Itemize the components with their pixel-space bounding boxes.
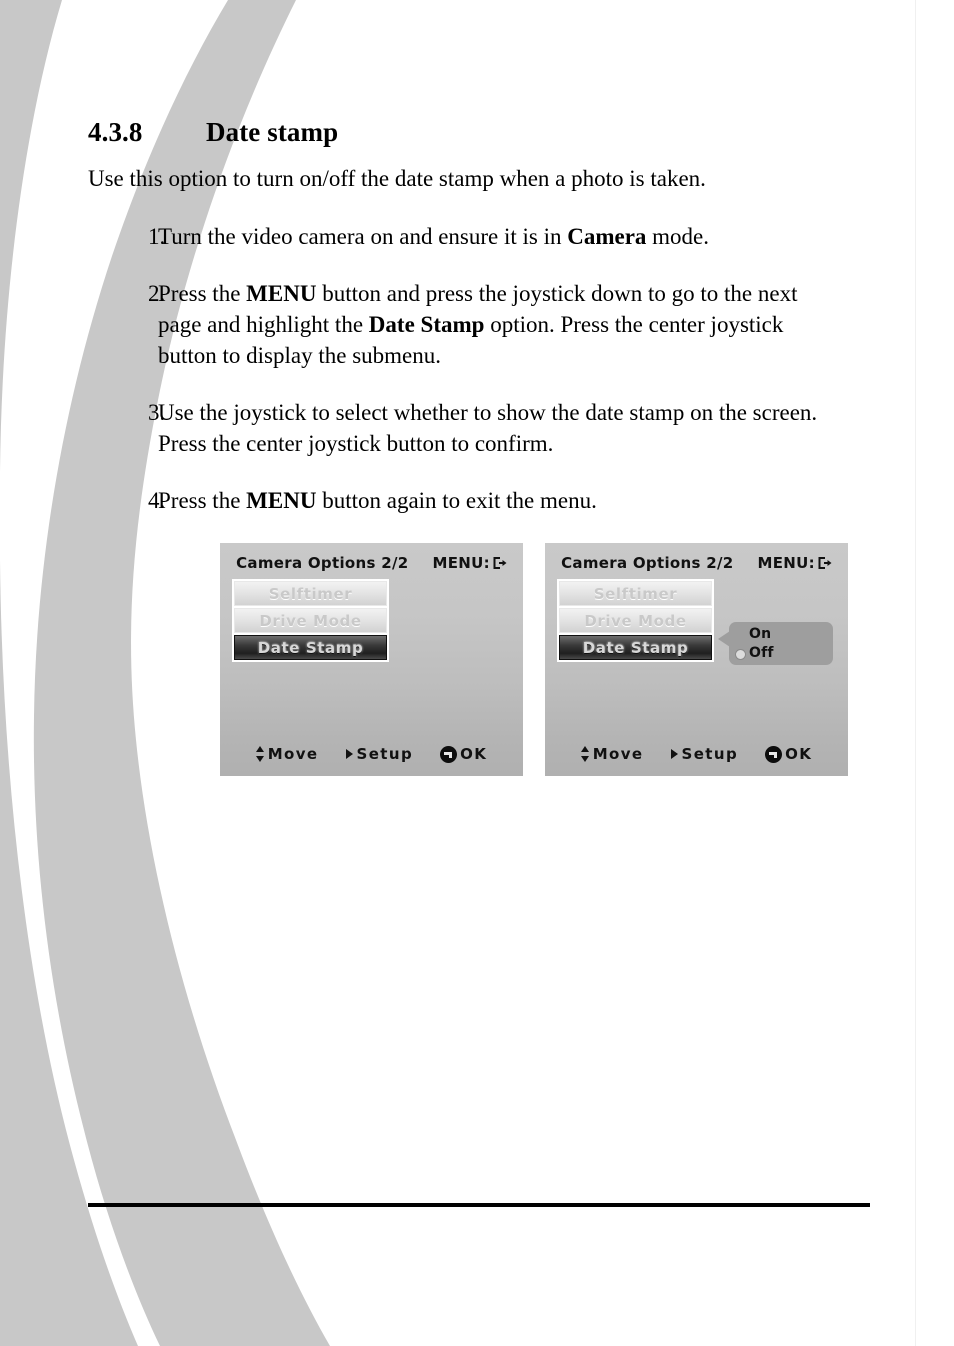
- lcd-footer-right: Move Setup OK: [545, 745, 848, 763]
- up-down-arrow-icon: [255, 746, 265, 762]
- lcd-footer-hint-label: Setup: [356, 745, 414, 763]
- section-title: Date stamp: [206, 117, 339, 147]
- step-number: 4.: [148, 488, 166, 513]
- screenshot-figure-group: Camera Options 2/2 MENU: Selftimer Drive …: [220, 543, 872, 776]
- lcd-footer-hint-label: OK: [460, 745, 488, 763]
- emphasis-text: MENU: [246, 281, 317, 306]
- list-item: 4. Press the MENU button again to exit th…: [88, 485, 872, 516]
- exit-icon: [492, 556, 507, 570]
- step-text: Use the joystick to select whether to sh…: [158, 397, 830, 459]
- lcd-footer-hint: Setup: [670, 745, 739, 763]
- swoosh-band-outer: [0, 0, 62, 520]
- lcd-title-left: Camera Options 2/2: [236, 554, 409, 572]
- step-number: 2.: [148, 281, 166, 306]
- list-item: 3. Use the joystick to select whether to …: [88, 397, 872, 459]
- body-text: Press the: [158, 281, 247, 306]
- lcd-header-left: Camera Options 2/2 MENU:: [220, 554, 523, 572]
- lcd-footer-hint-label: Move: [267, 745, 319, 763]
- lcd-footer-hint: Move: [580, 745, 644, 763]
- lcd-footer-left: Move Setup OK: [220, 745, 523, 763]
- lcd-menu-exit-left: MENU:: [432, 554, 507, 572]
- steps-list: 1. Turn the video camera on and ensure it…: [88, 221, 872, 516]
- body-text: Press the: [158, 488, 247, 513]
- right-triangle-icon: [670, 749, 678, 759]
- submenu-option-label: Off: [749, 645, 774, 661]
- submenu-option-label: On: [749, 626, 772, 642]
- emphasis-text: Camera: [567, 224, 647, 249]
- section-number: 4.3.8: [88, 117, 143, 147]
- submenu-option[interactable]: Off: [735, 644, 833, 663]
- lcd-footer-hint: Setup: [345, 745, 414, 763]
- step-number: 3.: [148, 400, 166, 425]
- up-down-arrow-icon: [580, 746, 590, 762]
- manual-page: 4.3.8 Date stamp Use this option to turn…: [0, 0, 954, 1346]
- body-text: button again to exit the menu.: [316, 488, 597, 513]
- lcd-menu-list-right: Selftimer Drive Mode Date Stamp: [557, 579, 714, 662]
- page-content: 4.3.8 Date stamp Use this option to turn…: [88, 0, 872, 776]
- lcd-footer-hint-label: Setup: [681, 745, 739, 763]
- lcd-menu-label-right: MENU:: [757, 554, 815, 572]
- enter-button-icon: [765, 745, 783, 763]
- step-number: 1.: [148, 224, 166, 249]
- intro-paragraph: Use this option to turn on/off the date …: [88, 166, 706, 191]
- lcd-menu-item[interactable]: Drive Mode: [234, 608, 387, 633]
- lcd-menu-item[interactable]: Date Stamp: [559, 635, 712, 660]
- body-text: Turn the video camera on and ensure it i…: [158, 224, 568, 249]
- camera-lcd-screen-right: Camera Options 2/2 MENU: Selftimer Drive …: [545, 543, 848, 776]
- lcd-menu-item[interactable]: Date Stamp: [234, 635, 387, 660]
- lcd-menu-item[interactable]: Drive Mode: [559, 608, 712, 633]
- step-text: Press the MENU button and press the joys…: [158, 278, 830, 371]
- footer-rule: [88, 1203, 870, 1207]
- lcd-footer-hint: OK: [440, 745, 487, 763]
- enter-button-icon: [440, 745, 458, 763]
- submenu-tail: [718, 631, 730, 647]
- lcd-header-right: Camera Options 2/2 MENU:: [545, 554, 848, 572]
- lcd-menu-item[interactable]: Selftimer: [559, 581, 712, 606]
- radio-selected-icon: [735, 649, 746, 660]
- emphasis-text: MENU: [246, 488, 317, 513]
- lcd-menu-item[interactable]: Selftimer: [234, 581, 387, 606]
- lcd-footer-hint-label: OK: [785, 745, 813, 763]
- step-text: Turn the video camera on and ensure it i…: [158, 221, 830, 252]
- lcd-menu-label-left: MENU:: [432, 554, 490, 572]
- right-triangle-icon: [345, 749, 353, 759]
- list-item: 2. Press the MENU button and press the jo…: [88, 278, 872, 371]
- body-text: Use the joystick to select whether to sh…: [158, 400, 818, 456]
- lcd-footer-hint: OK: [765, 745, 812, 763]
- page-edge-rule: [915, 0, 916, 1346]
- lcd-footer-hint-label: Move: [592, 745, 644, 763]
- date-stamp-submenu-popup: On Off: [718, 622, 833, 665]
- emphasis-text: Date Stamp: [368, 312, 485, 337]
- step-text: Press the MENU button again to exit the …: [158, 485, 830, 516]
- submenu-option[interactable]: On: [749, 625, 833, 644]
- lcd-menu-exit-right: MENU:: [757, 554, 832, 572]
- lcd-footer-hint: Move: [255, 745, 319, 763]
- camera-lcd-screen-left: Camera Options 2/2 MENU: Selftimer Drive …: [220, 543, 523, 776]
- body-text: mode.: [646, 224, 710, 249]
- lcd-menu-list-left: Selftimer Drive Mode Date Stamp: [232, 579, 389, 662]
- page-title: 4.3.8 Date stamp: [88, 0, 872, 148]
- exit-icon: [817, 556, 832, 570]
- list-item: 1. Turn the video camera on and ensure it…: [88, 221, 872, 252]
- lcd-title-right: Camera Options 2/2: [561, 554, 734, 572]
